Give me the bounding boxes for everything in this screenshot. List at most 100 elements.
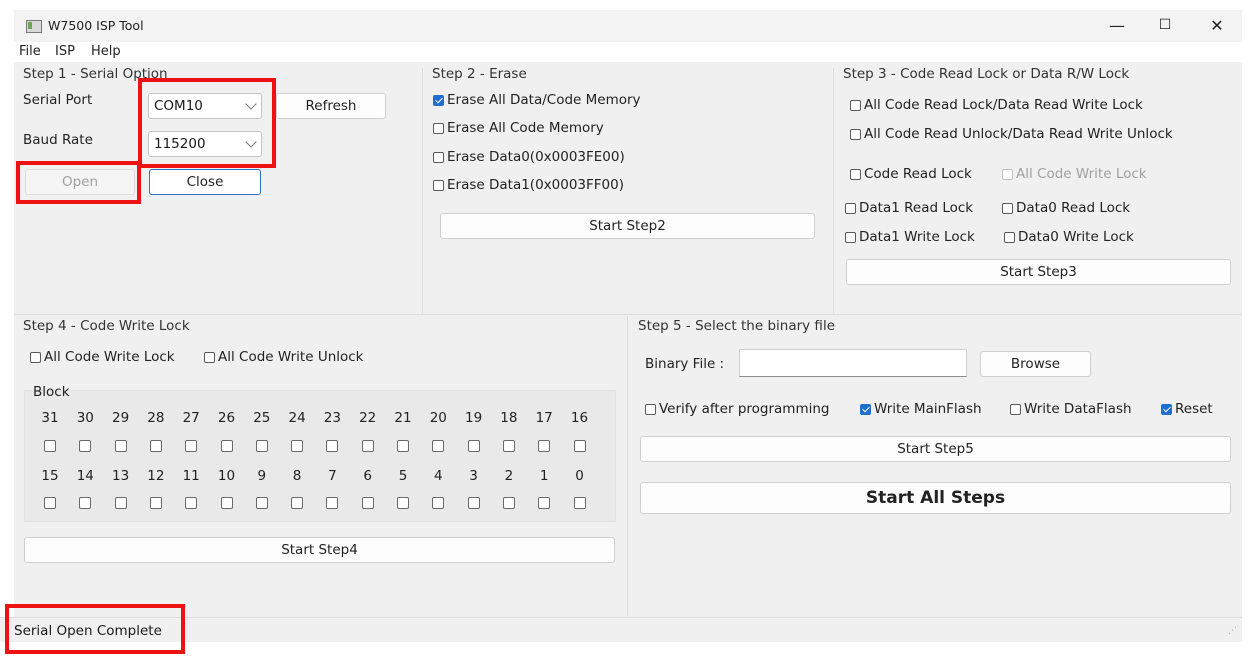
block-checkbox-31[interactable] [44, 440, 56, 452]
block-number-4: 4 [434, 468, 443, 484]
close-button[interactable]: Close [149, 169, 261, 195]
menu-isp[interactable]: ISP [55, 44, 75, 59]
checkbox-icon [845, 202, 856, 214]
checkbox-checked-icon [1161, 403, 1172, 415]
data1-write-lock-checkbox[interactable]: Data1 Write Lock [845, 229, 975, 245]
write-mainflash-checkbox[interactable]: Write MainFlash [860, 401, 982, 417]
block-number-9: 9 [257, 468, 267, 484]
close-window-button[interactable]: ✕ [1194, 10, 1240, 42]
block-checkbox-15[interactable] [44, 497, 56, 509]
block-checkbox-20[interactable] [432, 440, 445, 452]
block-number-13: 13 [112, 468, 130, 484]
block-number-27: 27 [182, 410, 200, 426]
block-checkbox-27[interactable] [185, 440, 198, 452]
block-checkbox-29[interactable] [114, 440, 127, 452]
block-checkbox-26[interactable] [220, 440, 233, 452]
menu-bar: File ISP Help [14, 42, 1242, 62]
menu-file[interactable]: File [19, 44, 41, 59]
block-checkbox-22[interactable] [361, 440, 374, 452]
block-checkbox-14[interactable] [79, 497, 92, 509]
checkbox-icon [30, 351, 41, 363]
block-number-18: 18 [500, 410, 518, 426]
erase-data1-checkbox[interactable]: Erase Data1(0x0003FF00) [433, 177, 624, 193]
resize-grip-icon[interactable]: ⋰ [1228, 626, 1237, 636]
checkbox-icon [1004, 231, 1015, 243]
block-checkbox-1[interactable] [538, 497, 551, 509]
block-checkbox-10[interactable] [220, 497, 233, 509]
block-number-20: 20 [429, 410, 447, 426]
block-checkbox-25[interactable] [255, 440, 268, 452]
maximize-button[interactable]: ☐ [1142, 10, 1188, 42]
block-checkbox-28[interactable] [149, 440, 162, 452]
block-checkbox-4[interactable] [432, 497, 445, 509]
all-code-write-lock-checkbox[interactable]: All Code Write Lock [30, 349, 175, 365]
step4-title: Step 4 - Code Write Lock [23, 318, 190, 334]
erase-all-data-code-checkbox[interactable]: Erase All Data/Code Memory [433, 92, 641, 108]
block-number-23: 23 [323, 410, 341, 426]
checkbox-icon [1010, 403, 1021, 415]
all-code-read-lock-checkbox[interactable]: All Code Read Lock/Data Read Write Lock [850, 97, 1143, 113]
block-number-14: 14 [76, 468, 94, 484]
block-number-2: 2 [504, 468, 514, 484]
checkbox-icon [1002, 202, 1013, 214]
block-number-24: 24 [288, 410, 306, 426]
block-checkbox-30[interactable] [79, 440, 92, 452]
block-checkbox-21[interactable] [397, 440, 409, 452]
block-checkbox-18[interactable] [502, 440, 515, 452]
all-code-write-lock-checkbox-disabled[interactable]: All Code Write Lock [1002, 166, 1147, 182]
code-read-lock-checkbox[interactable]: Code Read Lock [850, 166, 972, 182]
start-step3-button[interactable]: Start Step3 [846, 259, 1231, 285]
block-checkbox-0[interactable] [573, 497, 586, 509]
menu-help[interactable]: Help [91, 44, 121, 59]
block-number-6: 6 [363, 468, 372, 484]
erase-data0-checkbox[interactable]: Erase Data0(0x0003FE00) [433, 149, 625, 165]
block-number-21: 21 [394, 410, 412, 426]
divider [14, 314, 1242, 315]
minimize-button[interactable]: — [1094, 10, 1140, 42]
block-checkbox-13[interactable] [114, 497, 127, 509]
block-number-11: 11 [182, 468, 200, 484]
block-checkbox-6[interactable] [361, 497, 374, 509]
checkbox-icon [433, 179, 444, 191]
step5-title: Step 5 - Select the binary file [638, 318, 835, 334]
data0-write-lock-checkbox[interactable]: Data0 Write Lock [1004, 229, 1134, 245]
checkbox-icon [204, 351, 215, 363]
checkbox-icon [850, 168, 861, 180]
block-checkbox-16[interactable] [573, 440, 586, 452]
all-code-read-unlock-checkbox[interactable]: All Code Read Unlock/Data Read Write Unl… [850, 126, 1173, 142]
start-step5-button[interactable]: Start Step5 [640, 436, 1231, 462]
block-checkbox-5[interactable] [397, 497, 409, 509]
app-icon [26, 20, 42, 33]
block-checkbox-24[interactable] [291, 440, 304, 452]
binary-file-input[interactable] [739, 349, 967, 377]
all-code-write-unlock-checkbox[interactable]: All Code Write Unlock [204, 349, 364, 365]
block-number-12: 12 [147, 468, 165, 484]
browse-button[interactable]: Browse [980, 351, 1091, 377]
checkbox-icon [845, 231, 856, 243]
reset-checkbox[interactable]: Reset [1161, 401, 1213, 417]
start-step2-button[interactable]: Start Step2 [440, 213, 815, 239]
write-dataflash-checkbox[interactable]: Write DataFlash [1010, 401, 1132, 417]
block-checkbox-11[interactable] [185, 497, 198, 509]
start-step4-button[interactable]: Start Step4 [24, 537, 615, 563]
block-number-5: 5 [398, 468, 408, 484]
refresh-button[interactable]: Refresh [276, 93, 386, 119]
block-checkbox-3[interactable] [467, 497, 480, 509]
block-checkbox-17[interactable] [538, 440, 551, 452]
block-checkbox-2[interactable] [502, 497, 515, 509]
block-checkbox-7[interactable] [326, 497, 339, 509]
block-checkbox-19[interactable] [467, 440, 480, 452]
checkbox-icon [850, 99, 861, 111]
block-checkbox-8[interactable] [291, 497, 304, 509]
start-all-steps-button[interactable]: Start All Steps [640, 482, 1231, 514]
block-checkbox-9[interactable] [255, 497, 268, 509]
block-checkbox-12[interactable] [149, 497, 162, 509]
erase-all-code-checkbox[interactable]: Erase All Code Memory [433, 120, 604, 136]
verify-checkbox[interactable]: Verify after programming [645, 401, 829, 417]
block-number-8: 8 [292, 468, 302, 484]
block-checkbox-23[interactable] [326, 440, 339, 452]
title-bar: W7500 ISP Tool — ☐ ✕ [14, 10, 1242, 42]
data1-read-lock-checkbox[interactable]: Data1 Read Lock [845, 200, 973, 216]
divider [627, 316, 628, 616]
data0-read-lock-checkbox[interactable]: Data0 Read Lock [1002, 200, 1130, 216]
